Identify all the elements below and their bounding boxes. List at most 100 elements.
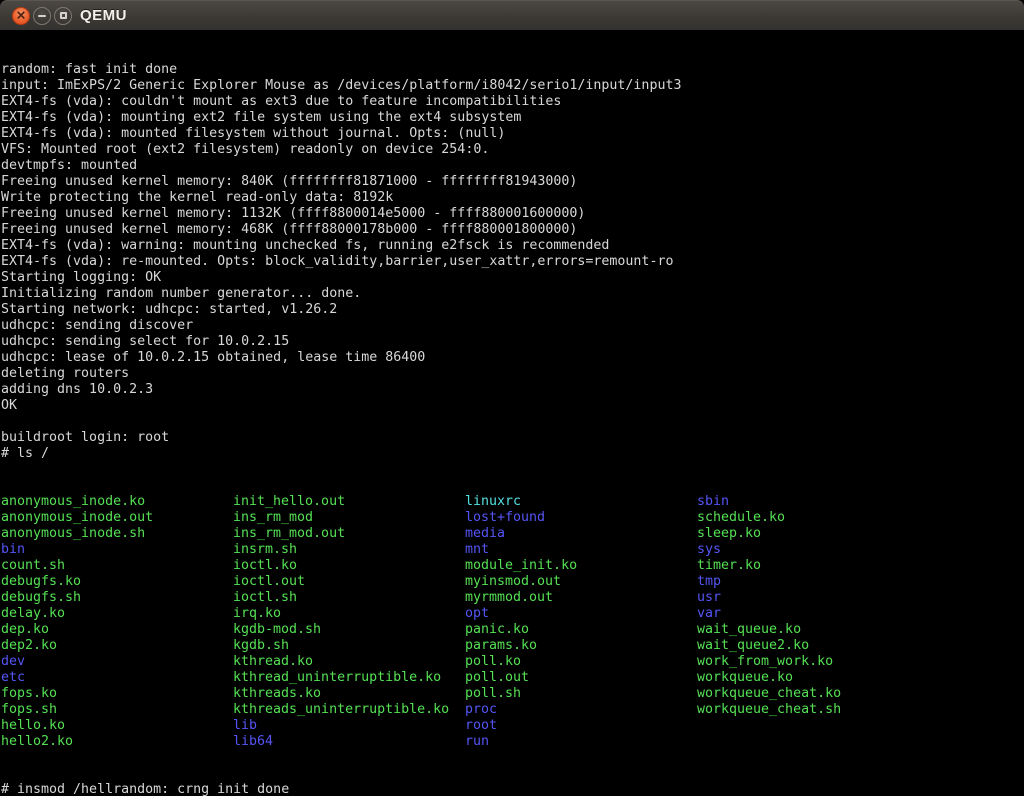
console-line: buildroot login: root [1, 430, 1024, 446]
file-entry: kthreads.ko [233, 686, 465, 702]
file-entry: anonymous_inode.ko [1, 494, 233, 510]
console-line: Starting network: udhcpc: started, v1.26… [1, 302, 1024, 318]
console-line: udhcpc: lease of 10.0.2.15 obtained, lea… [1, 350, 1024, 366]
file-entry: delay.ko [1, 606, 233, 622]
file-entry: params.ko [465, 638, 697, 654]
file-entry: panic.ko [465, 622, 697, 638]
file-entry: ioctl.out [233, 574, 465, 590]
console-line: Starting logging: OK [1, 270, 1024, 286]
file-entry: sleep.ko [697, 526, 929, 542]
file-entry: hello2.ko [1, 734, 233, 750]
console-line: udhcpc: sending discover [1, 318, 1024, 334]
file-entry: timer.ko [697, 558, 929, 574]
minimize-icon [38, 15, 46, 17]
console-line: VFS: Mounted root (ext2 filesystem) read… [1, 142, 1024, 158]
console-line: Freeing unused kernel memory: 840K (ffff… [1, 174, 1024, 190]
ls-column: sbinschedule.kosleep.kosystimer.kotmpusr… [697, 494, 929, 750]
ls-output: anonymous_inode.koanonymous_inode.outano… [1, 494, 1024, 750]
console-line: EXT4-fs (vda): mounted filesystem withou… [1, 126, 1024, 142]
terminal-screen[interactable]: random: fast init doneinput: ImExPS/2 Ge… [0, 30, 1024, 796]
directory-entry: lib [233, 718, 465, 734]
file-entry: poll.sh [465, 686, 697, 702]
console-line: udhcpc: sending select for 10.0.2.15 [1, 334, 1024, 350]
file-entry: wait_queue.ko [697, 622, 929, 638]
file-entry: count.sh [1, 558, 233, 574]
ls-column: anonymous_inode.koanonymous_inode.outano… [1, 494, 233, 750]
file-entry: hello.ko [1, 718, 233, 734]
file-entry: kgdb.sh [233, 638, 465, 654]
console-line: EXT4-fs (vda): mounting ext2 file system… [1, 110, 1024, 126]
file-entry: kgdb-mod.sh [233, 622, 465, 638]
file-entry: module_init.ko [465, 558, 697, 574]
file-entry: anonymous_inode.out [1, 510, 233, 526]
console-line: # ls / [1, 446, 1024, 462]
console-line: Initializing random number generator... … [1, 286, 1024, 302]
file-entry: kthreads_uninterruptible.ko [233, 702, 465, 718]
directory-entry: media [465, 526, 697, 542]
file-entry: poll.out [465, 670, 697, 686]
file-entry: irq.ko [233, 606, 465, 622]
file-entry: schedule.ko [697, 510, 929, 526]
directory-entry: tmp [697, 574, 929, 590]
file-entry: ins_rm_mod [233, 510, 465, 526]
file-entry: dep.ko [1, 622, 233, 638]
console-line: EXT4-fs (vda): re-mounted. Opts: block_v… [1, 254, 1024, 270]
console-line: EXT4-fs (vda): warning: mounting uncheck… [1, 238, 1024, 254]
file-entry: ioctl.sh [233, 590, 465, 606]
file-entry: workqueue.ko [697, 670, 929, 686]
file-entry: workqueue_cheat.ko [697, 686, 929, 702]
ls-column: init_hello.outins_rm_modins_rm_mod.outin… [233, 494, 465, 750]
file-entry: wait_queue2.ko [697, 638, 929, 654]
close-button[interactable]: ✕ [12, 7, 30, 25]
maximize-button[interactable] [54, 7, 72, 25]
boot-lines: random: fast init doneinput: ImExPS/2 Ge… [1, 62, 1024, 462]
minimize-button[interactable] [33, 7, 51, 25]
qemu-window: ✕ QEMU random: fast init doneinput: ImEx… [0, 0, 1024, 796]
file-entry: insrm.sh [233, 542, 465, 558]
console-line: # insmod /hellrandom: crng init done [1, 782, 1024, 796]
directory-entry: lost+found [465, 510, 697, 526]
console-line: Freeing unused kernel memory: 468K (ffff… [1, 222, 1024, 238]
console-line: OK [1, 398, 1024, 414]
file-entry: fops.sh [1, 702, 233, 718]
file-entry: dep2.ko [1, 638, 233, 654]
console-line: input: ImExPS/2 Generic Explorer Mouse a… [1, 78, 1024, 94]
directory-entry: proc [465, 702, 697, 718]
file-entry: kthread_uninterruptible.ko [233, 670, 465, 686]
file-entry: debugfs.sh [1, 590, 233, 606]
file-entry: kthread.ko [233, 654, 465, 670]
file-entry: myrmmod.out [465, 590, 697, 606]
file-entry: ioctl.ko [233, 558, 465, 574]
directory-entry: lib64 [233, 734, 465, 750]
close-icon: ✕ [16, 9, 26, 21]
directory-entry: sys [697, 542, 929, 558]
post-lines: # insmod /hellrandom: crng init done# in… [1, 782, 1024, 796]
file-entry: myinsmod.out [465, 574, 697, 590]
directory-entry: root [465, 718, 697, 734]
window-title: QEMU [80, 7, 127, 24]
directory-entry: sbin [697, 494, 929, 510]
directory-entry: etc [1, 670, 233, 686]
console-line: adding dns 10.0.2.3 [1, 382, 1024, 398]
directory-entry: usr [697, 590, 929, 606]
file-entry: init_hello.out [233, 494, 465, 510]
symlink-entry: linuxrc [465, 494, 697, 510]
console-line: devtmpfs: mounted [1, 158, 1024, 174]
file-entry: ins_rm_mod.out [233, 526, 465, 542]
directory-entry: dev [1, 654, 233, 670]
file-entry: workqueue_cheat.sh [697, 702, 929, 718]
directory-entry: var [697, 606, 929, 622]
ls-column: linuxrclost+foundmediamntmodule_init.kom… [465, 494, 697, 750]
maximize-icon [60, 12, 67, 19]
directory-entry: opt [465, 606, 697, 622]
file-entry: anonymous_inode.sh [1, 526, 233, 542]
console-line: random: fast init done [1, 62, 1024, 78]
window-titlebar[interactable]: ✕ QEMU [0, 0, 1024, 30]
console-line: deleting routers [1, 366, 1024, 382]
console-line: EXT4-fs (vda): couldn't mount as ext3 du… [1, 94, 1024, 110]
file-entry: poll.ko [465, 654, 697, 670]
directory-entry: bin [1, 542, 233, 558]
file-entry: debugfs.ko [1, 574, 233, 590]
console-line: Freeing unused kernel memory: 1132K (fff… [1, 206, 1024, 222]
console-line: Write protecting the kernel read-only da… [1, 190, 1024, 206]
